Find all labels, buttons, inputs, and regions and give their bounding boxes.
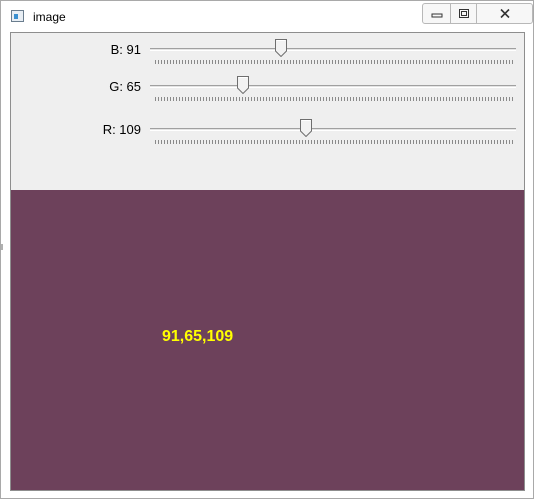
trackbar-g-ticks xyxy=(155,97,515,101)
trackbar-r-thumb[interactable] xyxy=(300,119,313,137)
window-controls xyxy=(422,3,533,24)
trackbar-r-label: R: 109 xyxy=(102,122,141,137)
maximize-icon xyxy=(458,9,469,18)
trackbar-b: B: 91 xyxy=(11,36,524,76)
trackbar-g-thumb[interactable] xyxy=(237,76,250,94)
trackbar-b-label: B: 91 xyxy=(110,42,141,57)
color-preview: 91,65,109 xyxy=(11,190,524,490)
minimize-icon xyxy=(431,13,442,17)
trackbar-b-track[interactable] xyxy=(150,48,516,51)
trackbar-b-thumb[interactable] xyxy=(274,39,287,57)
trackbar-b-ticks xyxy=(155,60,515,64)
window-app-icon[interactable] xyxy=(11,10,24,22)
close-icon xyxy=(499,8,510,19)
trackbar-r: R: 109 xyxy=(11,116,524,156)
title-bar[interactable]: image xyxy=(1,1,533,32)
window-title: image xyxy=(33,10,66,24)
trackbar-g-track[interactable] xyxy=(150,85,516,88)
minimize-button[interactable] xyxy=(423,4,451,23)
close-button[interactable] xyxy=(477,4,532,23)
color-value-text: 91,65,109 xyxy=(162,328,234,345)
trackbar-r-track[interactable] xyxy=(150,128,516,131)
trackbar-g: G: 65 xyxy=(11,73,524,113)
client-area: B: 91 G: 65 R: 109 91,65,109 xyxy=(10,32,525,491)
app-window: image B: 91 G: 65 R: 109 91,65,109 xyxy=(0,0,534,499)
trackbar-g-label: G: 65 xyxy=(109,79,141,94)
maximize-button[interactable] xyxy=(451,4,477,23)
trackbar-r-ticks xyxy=(155,140,515,144)
left-edge-marker xyxy=(1,244,3,250)
